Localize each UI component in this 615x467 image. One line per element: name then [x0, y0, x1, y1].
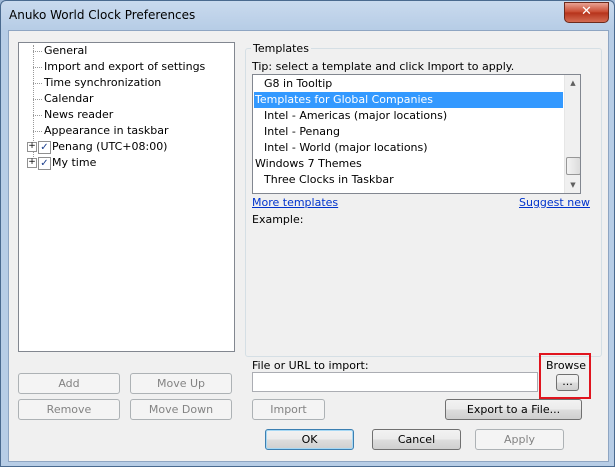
add-button[interactable]: Add	[18, 373, 120, 394]
remove-button[interactable]: Remove	[18, 399, 120, 420]
more-templates-link[interactable]: More templates	[252, 196, 338, 209]
settings-tree[interactable]: General Import and export of settings Ti…	[18, 42, 235, 352]
tree-connector	[33, 67, 42, 68]
list-item-selected[interactable]: Templates for Global Companies	[254, 92, 563, 108]
templates-tip: Tip: select a template and click Import …	[252, 60, 515, 73]
templates-group-label: Templates	[251, 42, 311, 55]
file-url-input[interactable]	[252, 372, 538, 392]
expand-icon[interactable]: +	[27, 142, 37, 152]
list-item-label: Intel - Penang	[264, 125, 340, 138]
list-item[interactable]: Three Clocks in Taskbar	[254, 172, 572, 188]
list-item[interactable]: Intel - World (major locations)	[254, 140, 572, 156]
list-item-label: Intel - Americas (major locations)	[264, 109, 448, 122]
browse-highlight-box	[539, 353, 591, 399]
example-label: Example:	[252, 213, 304, 226]
tree-connector	[33, 131, 42, 132]
list-item[interactable]: Intel - Penang	[254, 124, 572, 140]
move-up-button[interactable]: Move Up	[130, 373, 232, 394]
title-bar[interactable]: Anuko World Clock Preferences ✕	[1, 1, 614, 29]
list-item-label: Three Clocks in Taskbar	[264, 173, 394, 186]
tree-item-label: Calendar	[44, 92, 94, 105]
list-item[interactable]: G8 in Tooltip	[254, 76, 572, 92]
scroll-down-icon[interactable]: ▼	[565, 177, 580, 193]
tree-connector	[33, 115, 42, 116]
suggest-new-link[interactable]: Suggest new	[519, 196, 590, 209]
import-button[interactable]: Import	[252, 399, 325, 420]
apply-button[interactable]: Apply	[475, 429, 564, 450]
tree-item-label: General	[44, 44, 88, 57]
preferences-window: Anuko World Clock Preferences ✕ General …	[0, 0, 615, 467]
list-item[interactable]: Windows 7 Themes	[254, 156, 563, 172]
templates-scrollbar[interactable]: ▲ ▼	[564, 75, 580, 193]
expand-icon[interactable]: +	[27, 158, 37, 168]
tree-item-label: Import and export of settings	[44, 60, 206, 73]
scroll-up-icon[interactable]: ▲	[565, 75, 580, 91]
list-item-label: G8 in Tooltip	[264, 77, 333, 90]
tree-connector	[33, 99, 42, 100]
tree-item-label: Appearance in taskbar	[44, 124, 169, 137]
tree-item-label: Penang (UTC+08:00)	[52, 140, 168, 153]
dialog-client-area: General Import and export of settings Ti…	[8, 30, 609, 462]
move-down-button[interactable]: Move Down	[130, 399, 232, 420]
list-item-label: Windows 7 Themes	[255, 157, 362, 170]
list-item-label: Intel - World (major locations)	[264, 141, 428, 154]
list-item-label: Templates for Global Companies	[255, 93, 434, 106]
clock-checkbox-penang[interactable]: ✓	[38, 141, 51, 154]
ok-button[interactable]: OK	[265, 429, 354, 450]
clock-checkbox-my-time[interactable]: ✓	[38, 157, 51, 170]
tree-item-label: My time	[52, 156, 97, 169]
list-item[interactable]: Intel - Americas (major locations)	[254, 108, 572, 124]
tree-item-label: Time synchronization	[44, 76, 162, 89]
scroll-thumb[interactable]	[566, 157, 580, 175]
close-icon[interactable]: ✕	[564, 2, 609, 23]
export-to-file-button[interactable]: Export to a File...	[445, 399, 582, 420]
file-url-label: File or URL to import:	[252, 359, 369, 372]
tree-connector	[33, 51, 42, 52]
cancel-button[interactable]: Cancel	[372, 429, 461, 450]
templates-list[interactable]: G8 in Tooltip Templates for Global Compa…	[252, 74, 581, 194]
tree-connector	[33, 83, 42, 84]
tree-item-label: News reader	[44, 108, 114, 121]
window-title: Anuko World Clock Preferences	[9, 8, 196, 22]
